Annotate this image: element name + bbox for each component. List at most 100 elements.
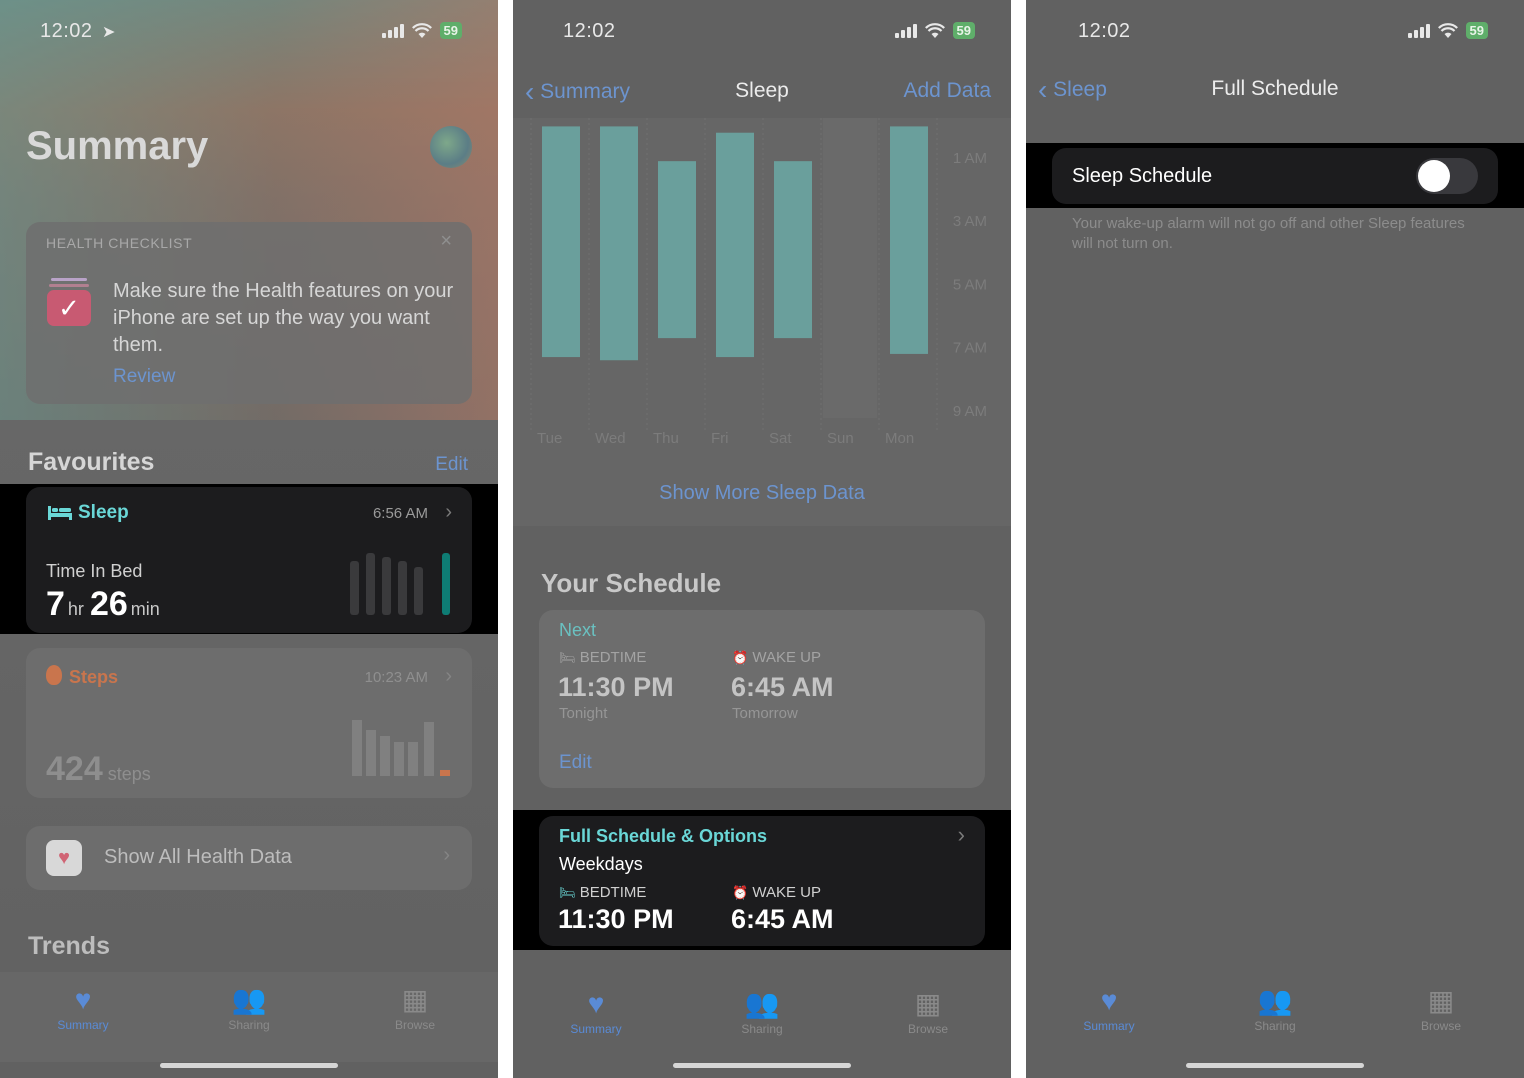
review-link[interactable]: Review — [113, 366, 175, 388]
full-schedule-options-card[interactable]: Full Schedule & Options › Weekdays 🛏 BED… — [539, 816, 985, 946]
home-indicator — [673, 1063, 851, 1068]
tab-bar: ♥ Summary 👥 Sharing ▦ Browse — [1026, 973, 1524, 1063]
x-tick-label: Wed — [595, 430, 626, 447]
tab-sharing[interactable]: 👥 Sharing — [1215, 973, 1335, 1063]
sleep-hours: 7 — [46, 585, 65, 623]
tab-label: Browse — [907, 1022, 948, 1036]
tab-summary[interactable]: ♥ Summary — [23, 972, 143, 1062]
x-tick-label: Sat — [769, 430, 792, 447]
add-data-button[interactable]: Add Data — [903, 79, 991, 103]
show-all-health-data-row[interactable]: ♥ Show All Health Data › — [26, 826, 472, 890]
tab-summary[interactable]: ♥ Summary — [536, 976, 656, 1066]
favourites-heading: Favourites — [28, 448, 155, 476]
show-all-label: Show All Health Data — [104, 846, 292, 868]
sleep-value: 7 hr 26 min — [46, 585, 160, 624]
chevron-right-icon: › — [445, 665, 452, 687]
steps-count: 424 — [46, 750, 103, 788]
x-tick-label: Sun — [827, 430, 854, 447]
y-tick-label: 7 AM — [953, 340, 987, 357]
sleep-bar[interactable] — [716, 132, 754, 358]
schedule-heading: Your Schedule — [541, 568, 722, 598]
wakeup-label: ⏰ WAKE UP — [732, 884, 821, 901]
tab-browse[interactable]: ▦ Browse — [1381, 973, 1501, 1063]
sleep-metric-label: Time In Bed — [46, 561, 143, 581]
min-unit: min — [130, 599, 160, 619]
grid-icon: ▦ — [401, 984, 429, 1015]
tab-browse[interactable]: ▦ Browse — [868, 976, 988, 1066]
next-schedule-card: Next 🛏 BEDTIME 11:30 PM Tonight ⏰ WAKE U… — [539, 610, 985, 788]
alarm-icon: ⏰ — [732, 650, 749, 665]
cellular-signal-icon — [381, 23, 404, 38]
sleep-screen: 12:02 59 ‹ Summary Sleep Add Data 1 AM 3 … — [513, 0, 1011, 1078]
tab-label: Summary — [1083, 1019, 1135, 1033]
health-checklist-card: HEALTH CHECKLIST × ✓ Make sure the Healt… — [26, 222, 472, 404]
cellular-signal-icon — [1407, 23, 1430, 38]
profile-avatar[interactable] — [430, 126, 472, 168]
wifi-icon — [1437, 22, 1458, 38]
tab-bar: ♥ Summary 👥 Sharing ▦ Browse — [0, 972, 498, 1062]
location-icon: ➤ — [102, 24, 116, 41]
tab-sharing[interactable]: 👥 Sharing — [702, 976, 822, 1066]
home-indicator — [160, 1063, 338, 1068]
sleep-bar[interactable] — [542, 126, 580, 358]
steps-card[interactable]: Steps 10:23 AM › 424 steps — [26, 648, 472, 798]
tab-browse[interactable]: ▦ Browse — [355, 972, 475, 1062]
sleep-mini-chart — [348, 553, 454, 615]
sleep-chart: 1 AM 3 AM 5 AM 7 AM 9 AM Tue Wed Thu Fri Sat Sun Mo… — [530, 118, 987, 447]
page-title: Summary — [26, 124, 209, 168]
sleep-schedule-toggle[interactable] — [1416, 158, 1478, 194]
sleep-time: 6:56 AM — [372, 505, 428, 522]
sleep-schedule-note: Your wake-up alarm will not go off and o… — [1072, 215, 1465, 252]
x-tick-label: Tue — [537, 430, 562, 447]
wakeup-sub: Tomorrow — [732, 705, 798, 722]
checklist-text: Make sure the Health features on your iP… — [113, 280, 454, 356]
bedtime-value: 11:30 PM — [558, 904, 674, 934]
edit-schedule-link[interactable]: Edit — [559, 752, 592, 774]
wakeup-value: 6:45 AM — [731, 904, 834, 934]
bed-icon: 🛏 — [559, 650, 576, 665]
sleep-schedule-label: Sleep Schedule — [1072, 165, 1213, 187]
alarm-icon: ⏰ — [732, 885, 749, 900]
home-indicator — [1186, 1063, 1364, 1068]
nav-title: Full Schedule — [1211, 77, 1339, 100]
tab-label: Sharing — [1254, 1019, 1296, 1033]
edit-favourites-link[interactable]: Edit — [435, 454, 468, 476]
steps-unit: steps — [107, 764, 151, 784]
x-tick-label: Thu — [653, 430, 679, 447]
bedtime-sub: Tonight — [559, 705, 608, 722]
heart-icon: ♥ — [587, 988, 605, 1019]
steps-mini-chart — [352, 720, 452, 778]
weekdays-label: Weekdays — [559, 854, 643, 874]
tab-label: Summary — [57, 1018, 109, 1032]
tab-label: Browse — [1420, 1019, 1461, 1033]
sleep-bar[interactable] — [600, 126, 638, 361]
bedtime-value: 11:30 PM — [558, 672, 674, 702]
tab-summary[interactable]: ♥ Summary — [1049, 973, 1169, 1063]
sleep-chart-area: 1 AM 3 AM 5 AM 7 AM 9 AM Tue Wed Thu Fri Sat Sun Mo… — [513, 118, 1011, 526]
wakeup-label: ⏰ WAKE UP — [732, 649, 821, 666]
show-more-sleep-data-link[interactable]: Show More Sleep Data — [513, 482, 1011, 505]
tab-bar: ♥ Summary 👥 Sharing ▦ Browse — [513, 976, 1011, 1066]
x-tick-label: Mon — [885, 430, 914, 447]
heart-icon: ♥ — [74, 984, 92, 1015]
sleep-card[interactable]: Sleep 6:56 AM › Time In Bed 7 hr 26 min — [26, 487, 472, 633]
sleep-bar[interactable] — [774, 161, 812, 339]
tab-label: Summary — [570, 1022, 622, 1036]
sleep-bar[interactable] — [890, 126, 928, 354]
checklist-icon: ✓ — [47, 278, 91, 326]
close-icon[interactable]: × — [440, 230, 452, 253]
sleep-label: Sleep — [78, 502, 129, 523]
tab-sharing[interactable]: 👥 Sharing — [189, 972, 309, 1062]
bed-icon — [48, 504, 72, 520]
bedtime-text: BEDTIME — [579, 649, 647, 666]
bedtime-text: BEDTIME — [579, 884, 647, 901]
y-tick-label: 9 AM — [953, 403, 987, 420]
people-icon: 👥 — [744, 988, 780, 1019]
wifi-icon — [924, 22, 945, 38]
clock: 12:02 — [1078, 20, 1131, 42]
battery-indicator: 59 — [952, 22, 975, 39]
sleep-bar[interactable] — [658, 161, 696, 339]
wakeup-text: WAKE UP — [752, 884, 821, 901]
tab-label: Sharing — [228, 1018, 270, 1032]
people-icon: 👥 — [231, 984, 267, 1015]
